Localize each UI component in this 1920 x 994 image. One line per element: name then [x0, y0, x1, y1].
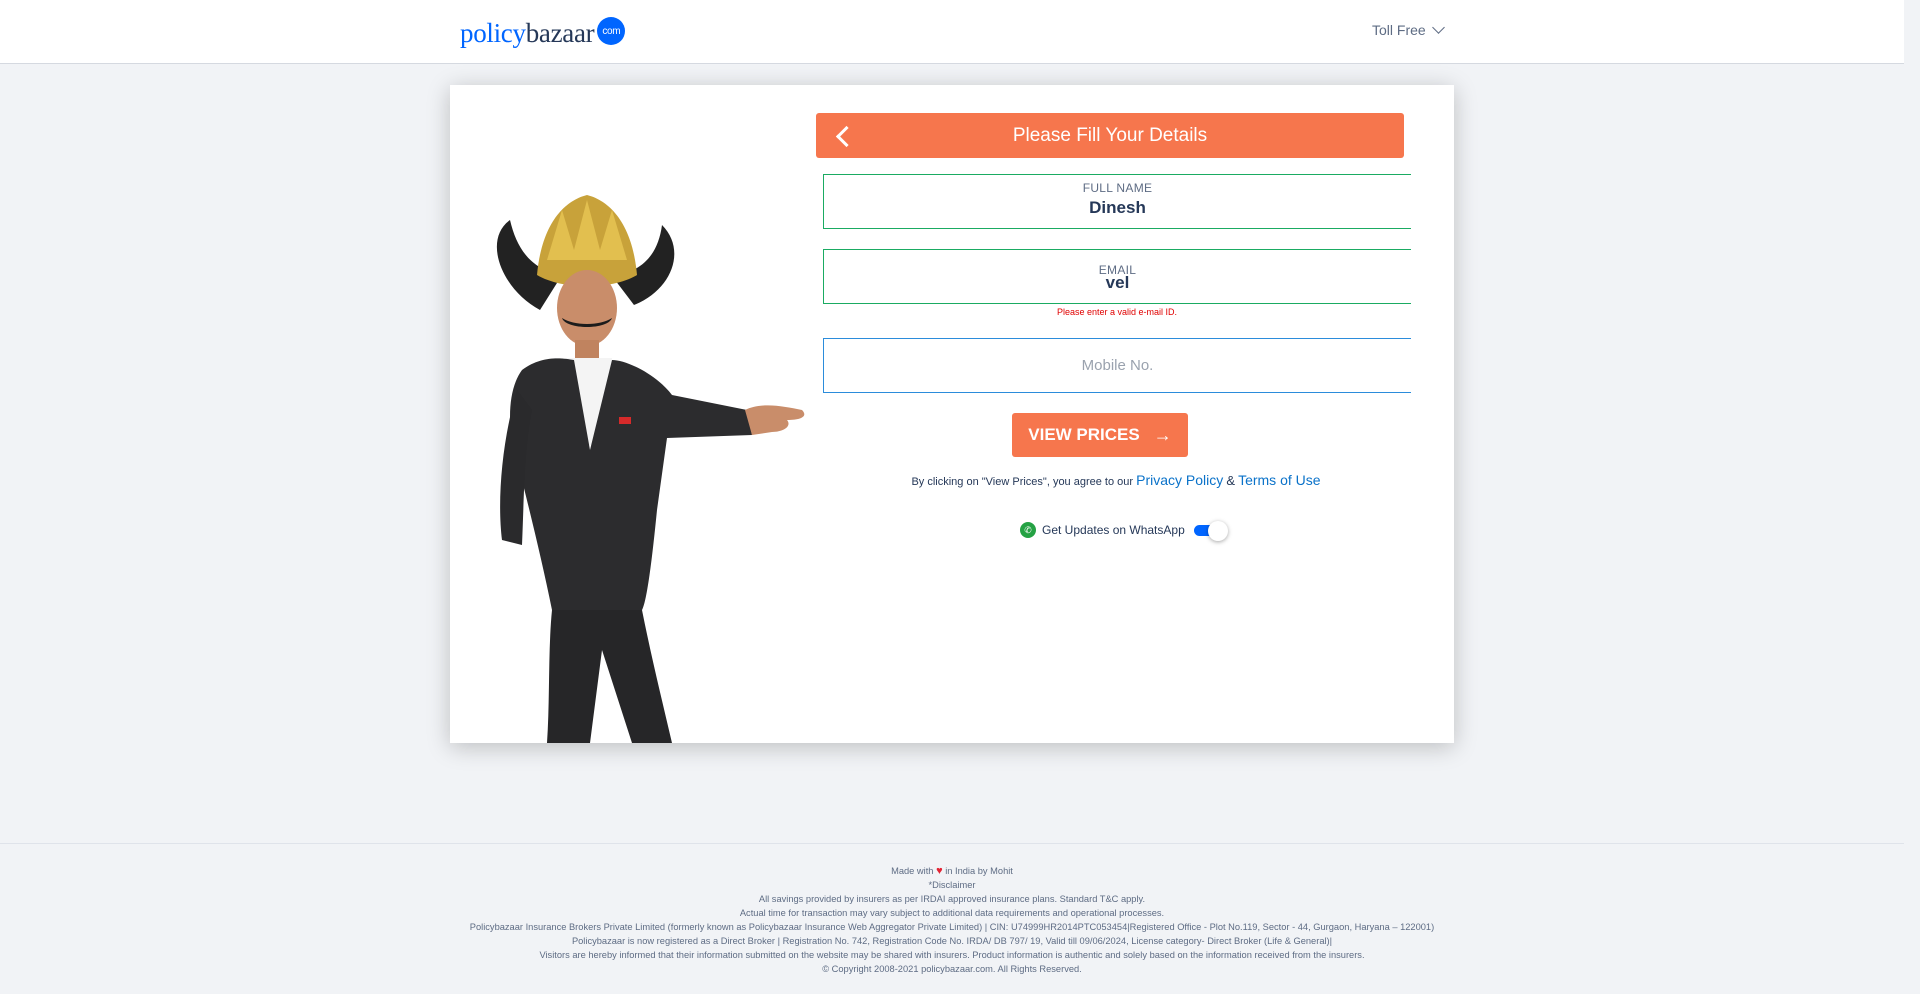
heart-icon: ♥ [936, 865, 943, 877]
full-name-value[interactable]: Dinesh [824, 198, 1411, 218]
top-header: policy bazaar com Toll Free [0, 0, 1904, 64]
toggle-knob [1207, 521, 1228, 541]
full-name-label: FULL NAME [1082, 181, 1153, 195]
footer-line-company: Policybazaar Insurance Brokers Private L… [469, 922, 1435, 932]
footer-line-savings: All savings provided by insurers as per … [758, 894, 1146, 904]
view-prices-label: VIEW PRICES [1028, 425, 1140, 444]
policybazaar-logo[interactable]: policy bazaar com [460, 16, 626, 50]
whatsapp-label: Get Updates on WhatsApp [1042, 523, 1185, 537]
footer-line-transaction: Actual time for transaction may vary sub… [739, 908, 1165, 918]
footer-line-registration: Policybazaar is now registered as a Dire… [571, 936, 1333, 946]
form-header: Please Fill Your Details [816, 113, 1404, 158]
page-footer: Made with ♥ in India by Mohit *Disclaime… [0, 843, 1904, 994]
logo-text-bazaar: bazaar [525, 17, 595, 48]
whatsapp-toggle[interactable] [1193, 521, 1230, 541]
footer-copyright: © Copyright 2008-2021 policybazaar.com. … [822, 964, 1082, 974]
form-card: Please Fill Your Details FULL NAME Dines… [450, 85, 1454, 743]
toll-free-dropdown[interactable]: Toll Free [1372, 21, 1445, 38]
mobile-placeholder: Mobile No. [1081, 357, 1154, 374]
email-field[interactable]: EMAIL vel [823, 249, 1411, 304]
made-with-text: Made with [891, 866, 934, 876]
whatsapp-icon: ✆ [1020, 522, 1036, 538]
mobile-field[interactable]: Mobile No. [823, 338, 1411, 393]
footer-line-visitors: Visitors are hereby informed that their … [539, 950, 1365, 960]
chevron-down-icon [1431, 21, 1445, 34]
ampersand-text: & [1226, 473, 1235, 488]
made-with-line: Made with ♥ in India by Mohit [0, 864, 1904, 878]
email-value[interactable]: vel [824, 273, 1411, 293]
email-error-message: Please enter a valid e-mail ID. [1056, 307, 1178, 317]
terms-agreement-text: By clicking on "View Prices", you agree … [816, 472, 1416, 488]
toll-free-label: Toll Free [1372, 22, 1426, 38]
form-title: Please Fill Your Details [1012, 124, 1208, 146]
brand-ambassador-image [496, 195, 805, 743]
view-prices-button[interactable]: VIEW PRICES → [1012, 413, 1188, 457]
privacy-policy-link[interactable]: Privacy Policy [1136, 472, 1223, 488]
logo-com-badge: com [597, 17, 626, 45]
arrow-right-icon: → [1153, 424, 1172, 445]
terms-of-use-link[interactable]: Terms of Use [1238, 472, 1320, 488]
disclaimer-heading: *Disclaimer [928, 880, 976, 890]
whatsapp-updates-row: ✆ Get Updates on WhatsApp [1020, 521, 1230, 541]
scrollbar-gutter [1904, 0, 1920, 994]
back-arrow-icon[interactable] [830, 123, 856, 149]
full-name-field[interactable]: FULL NAME Dinesh [823, 174, 1411, 229]
agree-text: By clicking on "View Prices", you agree … [911, 476, 1134, 488]
made-by-text: in India by Mohit [945, 866, 1013, 876]
logo-text-policy: policy [460, 17, 526, 48]
